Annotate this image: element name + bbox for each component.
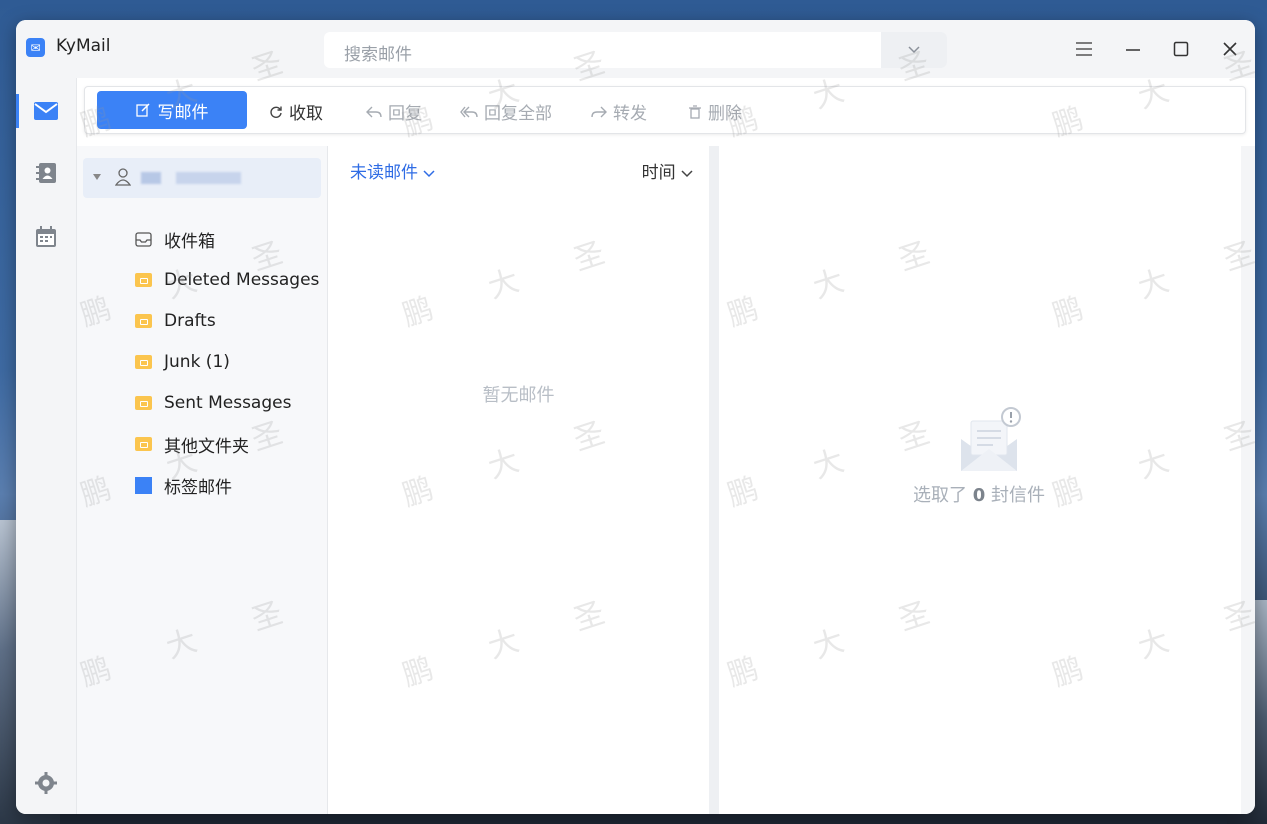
folder-label: Drafts xyxy=(164,311,216,331)
title-bar: ✉ KyMail 搜索邮件 xyxy=(16,20,1255,78)
toolbar: 写邮件 收取 回复 回复全部 转发 删除 xyxy=(84,86,1246,134)
calendar-icon xyxy=(36,226,56,247)
reply-button[interactable]: 回复 xyxy=(366,99,422,124)
folder-sent-messages[interactable]: Sent Messages xyxy=(135,388,291,418)
folder-other[interactable]: 其他文件夹 xyxy=(135,429,249,459)
account-name-redacted xyxy=(141,172,241,184)
minimize-button[interactable] xyxy=(1118,34,1148,64)
mail-window: ✉ KyMail 搜索邮件 写邮件 收取 回复 回复全部 转发 删除 收件箱 D… xyxy=(16,20,1255,814)
close-icon xyxy=(1223,42,1237,56)
reply-all-label: 回复全部 xyxy=(484,104,552,124)
collapse-triangle-icon xyxy=(93,174,101,180)
menu-button[interactable] xyxy=(1069,34,1099,64)
reading-pane: 选取了 0 封信件 xyxy=(719,146,1239,814)
folder-label: Deleted Messages xyxy=(164,270,320,290)
minimize-icon xyxy=(1126,49,1140,51)
panel-divider[interactable] xyxy=(709,146,719,814)
folder-label: 标签邮件 xyxy=(164,477,232,498)
gear-icon xyxy=(35,772,57,794)
unread-filter-dropdown[interactable]: 未读邮件 xyxy=(350,158,435,183)
forward-button[interactable]: 转发 xyxy=(591,99,647,124)
folder-icon xyxy=(135,273,152,287)
chevron-down-icon xyxy=(681,170,693,178)
account-row[interactable] xyxy=(83,158,321,198)
contacts-icon xyxy=(36,163,56,183)
reply-label: 回复 xyxy=(388,104,422,124)
compose-button[interactable]: 写邮件 xyxy=(97,91,247,129)
filter-label: 未读邮件 xyxy=(350,163,418,183)
empty-list-text: 暂无邮件 xyxy=(482,385,555,406)
folder-icon xyxy=(135,437,152,451)
sort-label: 时间 xyxy=(641,163,676,183)
compose-label: 写邮件 xyxy=(157,102,209,123)
folder-junk[interactable]: Junk (1) xyxy=(135,347,230,377)
mail-icon xyxy=(34,102,58,120)
folder-tagged[interactable]: 标签邮件 xyxy=(135,470,232,500)
folder-panel: 收件箱 Deleted Messages Drafts Junk (1) Sen… xyxy=(77,146,328,814)
nav-contacts[interactable] xyxy=(16,148,76,198)
close-button[interactable] xyxy=(1215,34,1245,64)
folder-label: 其他文件夹 xyxy=(164,436,249,457)
selected-prefix: 选取了 xyxy=(913,485,967,506)
delete-label: 删除 xyxy=(708,104,742,124)
maximize-icon xyxy=(1173,41,1189,57)
nav-active-indicator xyxy=(16,94,19,128)
receive-button[interactable]: 收取 xyxy=(269,99,323,124)
tag-square-icon xyxy=(135,476,152,494)
nav-calendar[interactable] xyxy=(16,212,76,262)
delete-button[interactable]: 删除 xyxy=(688,99,742,124)
folder-inbox[interactable]: 收件箱 xyxy=(135,224,215,254)
folder-icon xyxy=(135,314,152,328)
app-title: KyMail xyxy=(56,36,111,56)
refresh-icon xyxy=(270,106,282,118)
folder-icon xyxy=(135,396,152,410)
forward-label: 转发 xyxy=(613,104,647,124)
folder-icon xyxy=(135,355,152,369)
sort-dropdown[interactable]: 时间 xyxy=(642,158,693,183)
chevron-down-icon xyxy=(423,170,435,178)
message-list: 未读邮件 时间 暂无邮件 xyxy=(328,146,709,814)
search-input[interactable]: 搜索邮件 xyxy=(344,40,412,65)
inbox-icon xyxy=(135,231,152,247)
trash-icon xyxy=(689,104,701,119)
search-box[interactable]: 搜索邮件 xyxy=(324,32,947,68)
empty-envelope-icon xyxy=(961,407,1021,471)
forward-icon xyxy=(591,106,607,117)
chevron-down-icon xyxy=(908,46,920,54)
folder-label: Sent Messages xyxy=(164,393,292,413)
folder-drafts[interactable]: Drafts xyxy=(135,306,216,336)
reply-all-icon xyxy=(460,106,478,117)
folder-deleted-messages[interactable]: Deleted Messages xyxy=(135,265,319,295)
folder-label: 收件箱 xyxy=(164,231,215,252)
app-logo-icon: ✉ xyxy=(26,38,45,57)
right-scrollbar-track[interactable] xyxy=(1241,146,1255,814)
folder-label: Junk (1) xyxy=(164,352,230,372)
hamburger-menu-icon xyxy=(1076,42,1092,56)
left-nav xyxy=(16,78,77,814)
selected-suffix: 封信件 xyxy=(991,485,1045,506)
maximize-button[interactable] xyxy=(1166,34,1196,64)
selected-count: 0 xyxy=(972,485,986,506)
search-dropdown-button[interactable] xyxy=(881,32,947,68)
nav-mail[interactable] xyxy=(16,86,76,136)
edit-icon xyxy=(135,103,150,117)
user-icon xyxy=(115,168,131,186)
reply-icon xyxy=(366,106,382,117)
reply-all-button[interactable]: 回复全部 xyxy=(460,99,552,124)
receive-label: 收取 xyxy=(289,104,323,124)
nav-settings[interactable] xyxy=(16,758,76,808)
selected-count-text: 选取了 0 封信件 xyxy=(719,481,1239,507)
